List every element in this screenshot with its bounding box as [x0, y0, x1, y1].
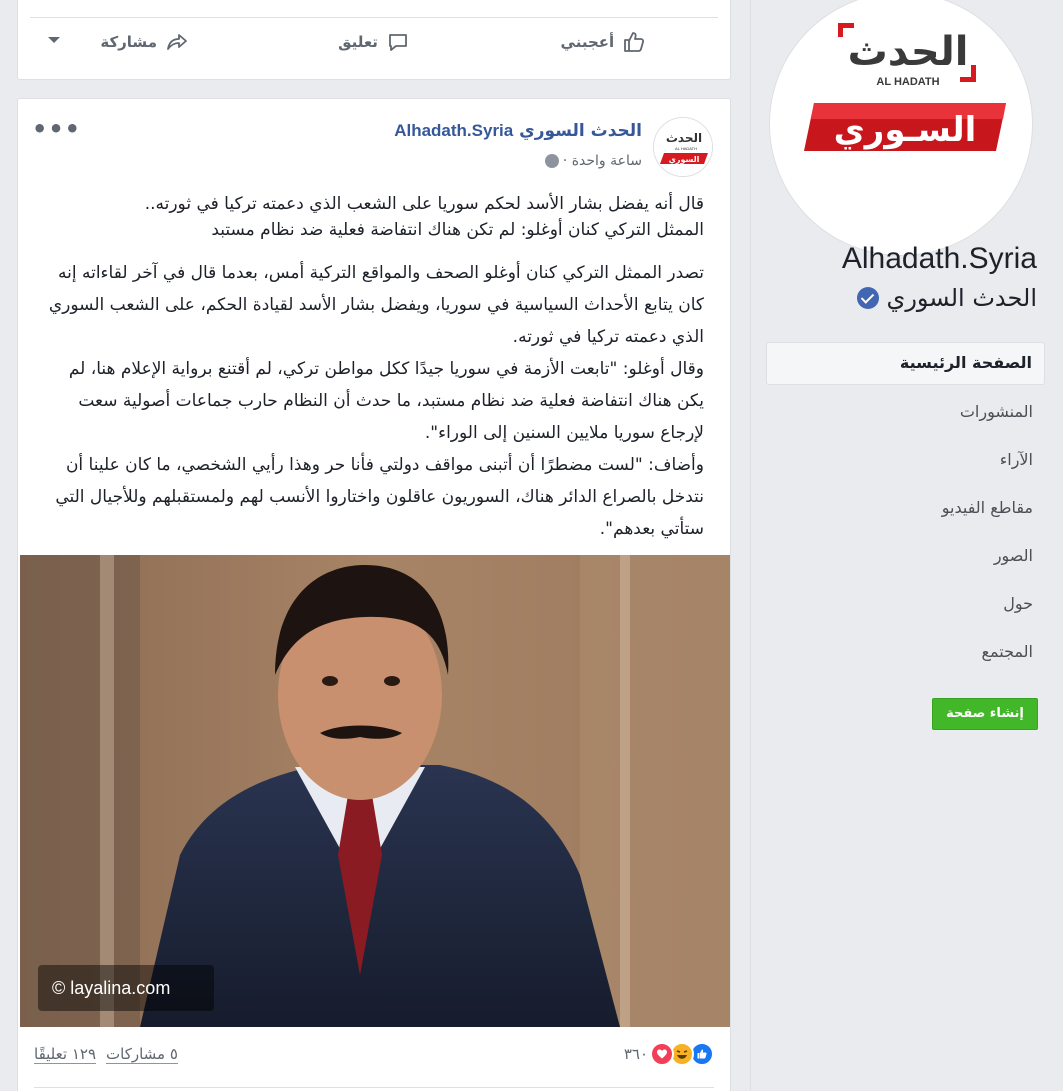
logo-en-text: AL HADATH [876, 76, 939, 88]
avatar-logo-bottom: السوري [669, 155, 700, 164]
share-button[interactable]: مشاركة [30, 30, 259, 54]
alhadath-logo-small: الحدث AL HADATH السوري [654, 118, 712, 176]
page-name-arabic-text[interactable]: الحدث السوري [887, 284, 1037, 312]
reactions-count[interactable]: ٣٦٠ [624, 1045, 648, 1063]
comment-button[interactable]: تعليق [259, 30, 488, 54]
post-intro-line1: قال أنه يفضل بشار الأسد لحكم سوريا على ا… [144, 194, 704, 214]
page-nav: الصفحة الرئيسية المنشورات الآراء مقاطع ا… [766, 342, 1045, 679]
page-name[interactable]: Alhadath.Syria [842, 242, 1037, 276]
previous-post-card: مشاركة تعليق أعجبني [17, 0, 731, 80]
love-reaction-icon [650, 1042, 674, 1066]
post-intro: قال أنه يفضل بشار الأسد لحكم سوريا على ا… [44, 191, 704, 243]
comments-count[interactable]: ١٢٩ تعليقًا [34, 1045, 97, 1064]
post-timestamp[interactable]: ساعة واحدة · [544, 153, 642, 169]
shares-count[interactable]: ٥ مشاركات [106, 1045, 178, 1064]
thumbs-up-icon [624, 31, 645, 52]
post-intro-line2: الممثل التركي كنان أوغلو: لم تكن هناك ان… [211, 220, 704, 240]
alhadath-logo: الحدث AL HADATH السـوري [804, 23, 1006, 151]
page-sidebar: الحدث AL HADATH السـوري Alhadath.Syria ا… [750, 0, 1063, 1091]
post-stats-bar: ٥ مشاركات ١٢٩ تعليقًا ٣٦٠ [18, 1029, 730, 1079]
verified-badge-icon [856, 287, 879, 309]
post-time-label[interactable]: ساعة واحدة · [563, 153, 642, 169]
divider [34, 1087, 714, 1088]
logo-top-text: الحدث [848, 29, 969, 75]
globe-icon [544, 154, 559, 168]
post-author-en[interactable]: Alhadath.Syria [394, 121, 513, 140]
post-paragraph-3: وأضاف: "لست مضطرًا أن أتبنى مواقف دولتي … [55, 455, 704, 539]
nav-videos[interactable]: مقاطع الفيديو [766, 487, 1045, 535]
avatar-logo-top: الحدث [666, 131, 702, 145]
reactions-summary[interactable]: ٣٦٠ [624, 1042, 714, 1066]
more-options-button[interactable]: ••• [32, 115, 81, 143]
post-card: ••• الحدث AL HADATH السوري الحدث السوري … [17, 98, 731, 1091]
nav-about[interactable]: حول [766, 583, 1045, 631]
nav-photos[interactable]: الصور [766, 535, 1045, 583]
post-body: قال أنه يفضل بشار الأسد لحكم سوريا على ا… [44, 191, 704, 553]
post-photo[interactable]: © layalina.com [20, 555, 730, 1027]
share-label: مشاركة [100, 32, 157, 51]
post-paragraph-1: تصدر الممثل التركي كنان أوغلو الصحف والم… [48, 263, 704, 347]
comment-icon [389, 33, 407, 51]
post-paragraph-2: وقال أوغلو: "تابعت الأزمة في سوريا جيدًا… [68, 359, 704, 443]
audience-dropdown-caret[interactable] [48, 37, 60, 43]
nav-community[interactable]: المجتمع [766, 631, 1045, 679]
like-button[interactable]: أعجبني [489, 30, 718, 54]
actor-portrait-image [20, 555, 730, 1027]
post-actions-bar: مشاركة تعليق أعجبني [30, 17, 718, 65]
nav-posts[interactable]: المنشورات [766, 391, 1045, 439]
post-avatar[interactable]: الحدث AL HADATH السوري [653, 117, 713, 177]
nav-home[interactable]: الصفحة الرئيسية [766, 342, 1045, 385]
create-page-button[interactable]: إنشاء صفحة [932, 698, 1038, 730]
nav-reviews[interactable]: الآراء [766, 439, 1045, 487]
share-icon [167, 33, 187, 50]
post-author[interactable]: الحدث السوري Alhadath.Syria [394, 121, 642, 141]
comment-label: تعليق [338, 32, 378, 51]
photo-watermark: © layalina.com [38, 965, 214, 1011]
facebook-page: مشاركة تعليق أعجبني ••• الحدث AL HADATH … [0, 0, 1063, 1091]
post-author-ar[interactable]: الحدث السوري [519, 121, 642, 141]
like-label: أعجبني [560, 32, 615, 51]
engagement-counts: ٥ مشاركات ١٢٩ تعليقًا [34, 1045, 178, 1064]
page-profile-picture[interactable]: الحدث AL HADATH السـوري [769, 0, 1033, 256]
logo-bottom-text: السـوري [834, 110, 977, 150]
page-name-arabic[interactable]: الحدث السوري [856, 284, 1037, 312]
avatar-logo-en: AL HADATH [675, 146, 697, 151]
